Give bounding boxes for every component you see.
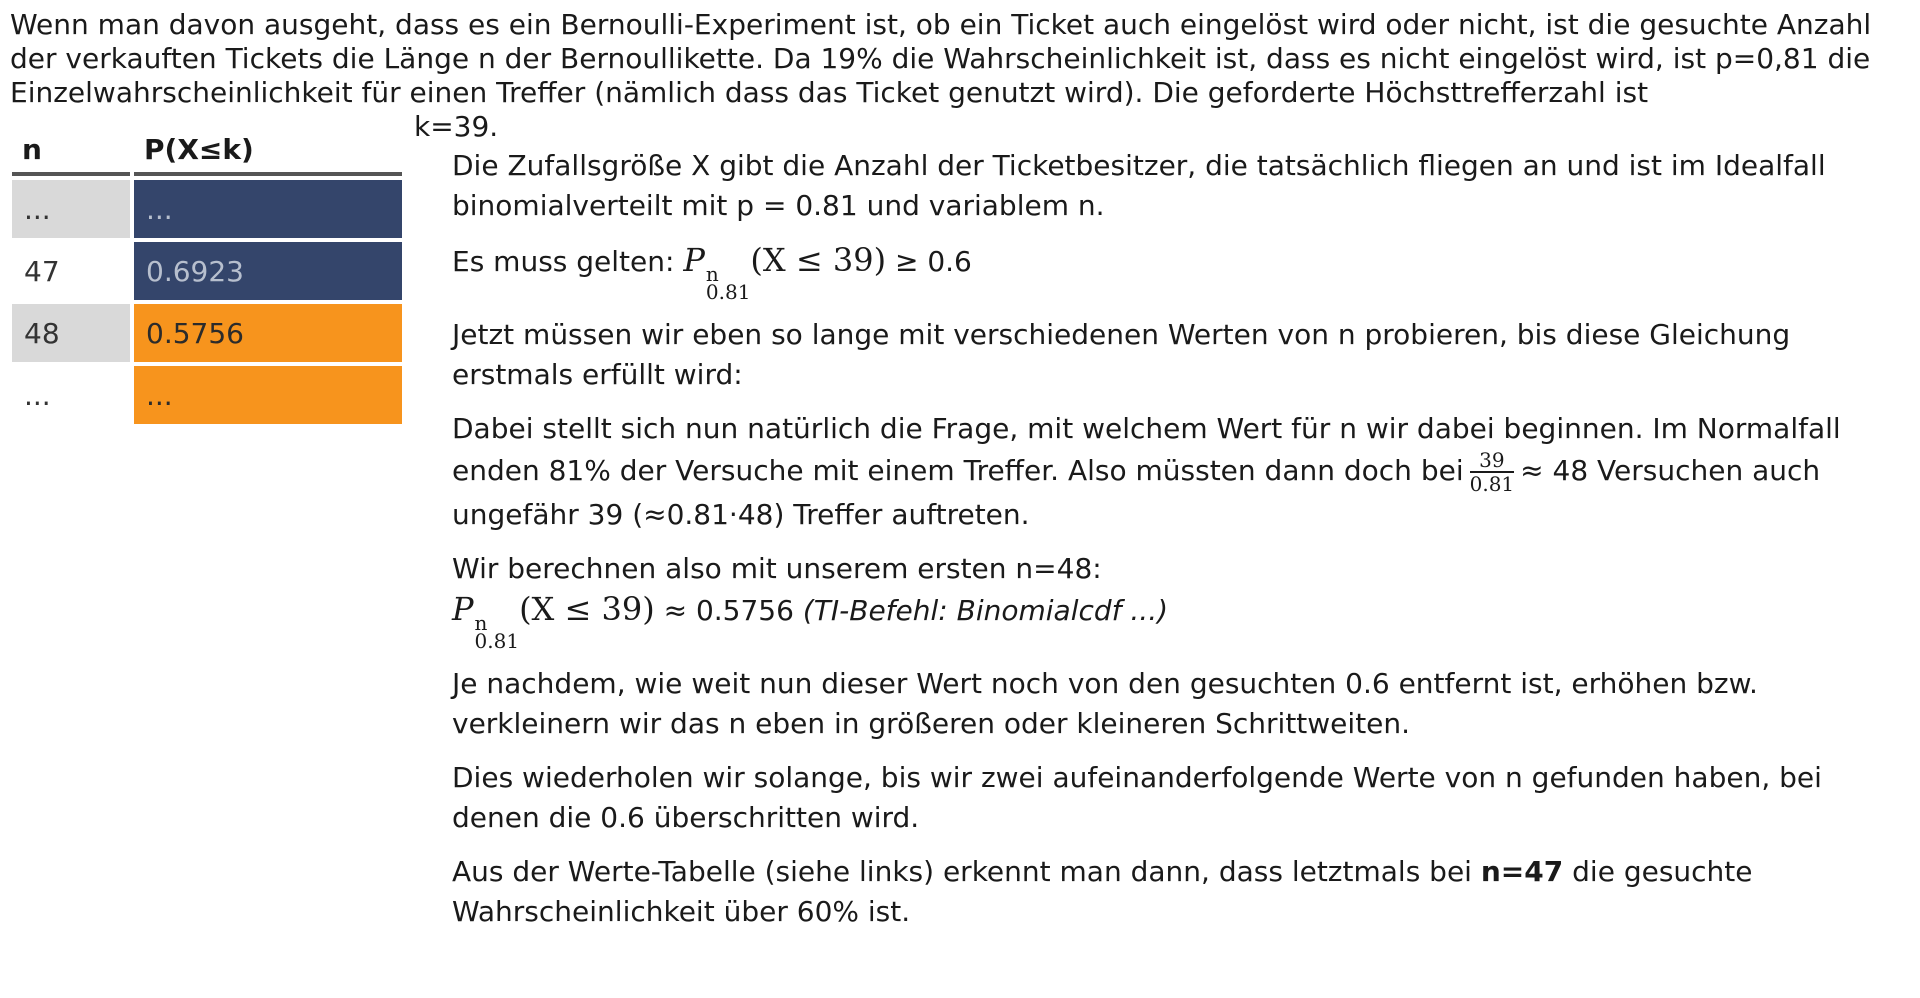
table-cell-probability: 0.6923 [134,242,402,300]
explanation-paragraph-random-variable: Die Zufallsgröße X gibt die Anzahl der T… [452,149,1826,222]
conclusion-highlight: n=47 [1480,855,1564,888]
first-calculation-result: ≈ 0.5756 [663,594,794,627]
table-cell-n: ... [12,366,130,424]
explanation-block: Die Zufallsgröße X gibt die Anzahl der T… [452,146,1904,946]
explanation-paragraph-start-value: Dabei stellt sich nun natürlich die Frag… [452,409,1904,535]
table-cell-probability: ... [134,180,402,238]
explanation-paragraph-trial: Jetzt müssen wir eben so lange mit versc… [452,318,1791,391]
condition-formula: Pn 0.81 (X ≤ 39) [683,241,887,302]
formula-subscript: 0.81 [474,629,520,653]
explanation-paragraph-step-size: Je nachdem, wie weit nun dieser Wert noc… [452,667,1758,740]
formula-body: (X ≤ 39) [519,590,655,628]
formula-subscript: 0.81 [705,280,751,304]
table-header-row: n P(X≤k) [12,126,402,176]
ti-command-hint: (TI-Befehl: Binomialcdf ...) [802,594,1169,627]
conclusion-text-start: Aus der Werte-Tabelle (siehe links) erke… [452,855,1472,888]
formula-p-symbol: P [683,241,705,279]
formula-body: (X ≤ 39) [750,241,887,279]
explanation-paragraph-first-calculation: Wir berechnen also mit unserem ersten n=… [452,549,1904,651]
table-cell-n: 48 [12,304,130,362]
explanation-paragraph-condition: Es muss gelten: Pn 0.81 (X ≤ 39) ≥ 0.6 [452,240,1904,302]
fraction-denominator: 0.81 [1469,472,1515,496]
table-row: 48 0.5756 [12,304,402,362]
fraction-numerator: 39 [1469,449,1515,473]
first-calculation-intro: Wir berechnen also mit unserem ersten n=… [452,552,1102,585]
column-header-probability: P(X≤k) [134,126,402,176]
table-cell-n: ... [12,180,130,238]
table-row: 47 0.6923 [12,242,402,300]
table-row: ... ... [12,366,402,424]
column-header-n: n [12,126,130,176]
fraction-39-over-081: 39 0.81 [1469,449,1515,496]
formula-p-symbol: P [452,590,474,628]
table-cell-probability: ... [134,366,402,424]
condition-prefix: Es muss gelten: [452,245,675,278]
explanation-paragraph-repeat: Dies wiederholen wir solange, bis wir zw… [452,761,1822,834]
intro-text: Wenn man davon ausgeht, dass es ein Bern… [10,8,1872,109]
table-row: ... ... [12,180,402,238]
first-calculation-formula: Pn 0.81 (X ≤ 39) [452,590,655,651]
explanation-paragraph-conclusion: Aus der Werte-Tabelle (siehe links) erke… [452,852,1904,932]
table-cell-n: 47 [12,242,130,300]
table-cell-probability: 0.5756 [134,304,402,362]
value-table: n P(X≤k) ... ... 47 0.6923 48 0.5756 ...… [8,122,406,428]
condition-suffix: ≥ 0.6 [894,245,972,278]
